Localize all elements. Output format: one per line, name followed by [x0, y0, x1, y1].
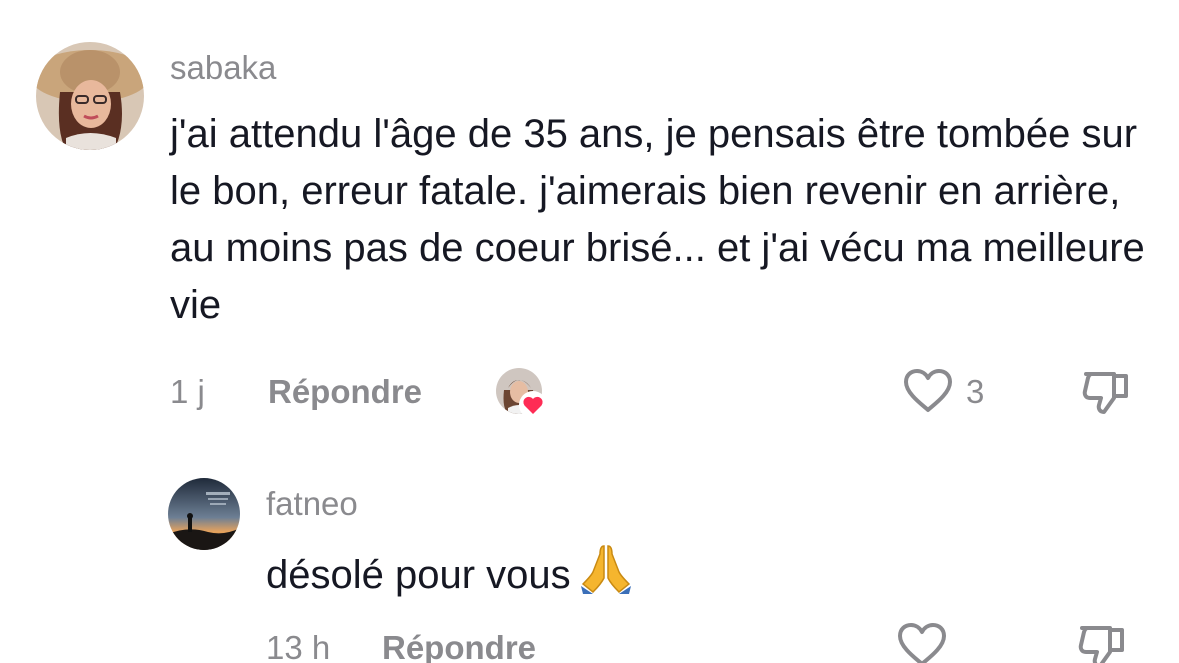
reply-text: désolé pour vous — [266, 542, 1146, 604]
creator-liked-badge — [496, 368, 547, 419]
user-avatar-image — [36, 42, 144, 150]
thumbs-down-outline-icon[interactable] — [1076, 622, 1128, 663]
comments-panel: sabaka j'ai attendu l'âge de 35 ans, je … — [0, 0, 1179, 663]
silhouette-landscape-avatar — [168, 478, 240, 550]
avatar[interactable] — [36, 42, 144, 150]
reply-timestamp: 13 h — [266, 629, 331, 663]
heart-outline-icon[interactable] — [896, 622, 948, 663]
comment-timestamp: 1 j — [170, 373, 205, 410]
folded-hands-emoji — [579, 542, 633, 594]
red-heart-icon — [518, 390, 548, 420]
reply-avatar[interactable] — [168, 478, 240, 550]
thumbs-down-outline-icon[interactable] — [1080, 368, 1132, 416]
reply-text-content: désolé pour vous — [266, 553, 571, 597]
heart-outline-icon[interactable] — [902, 368, 954, 414]
reply-button[interactable]: Répondre — [382, 628, 536, 663]
reply-button[interactable]: Répondre — [268, 372, 422, 412]
like-count: 3 — [966, 373, 985, 410]
reply-username[interactable]: fatneo — [266, 484, 358, 524]
comment-username[interactable]: sabaka — [170, 48, 276, 88]
comment-text: j'ai attendu l'âge de 35 ans, je pensais… — [170, 112, 1145, 327]
